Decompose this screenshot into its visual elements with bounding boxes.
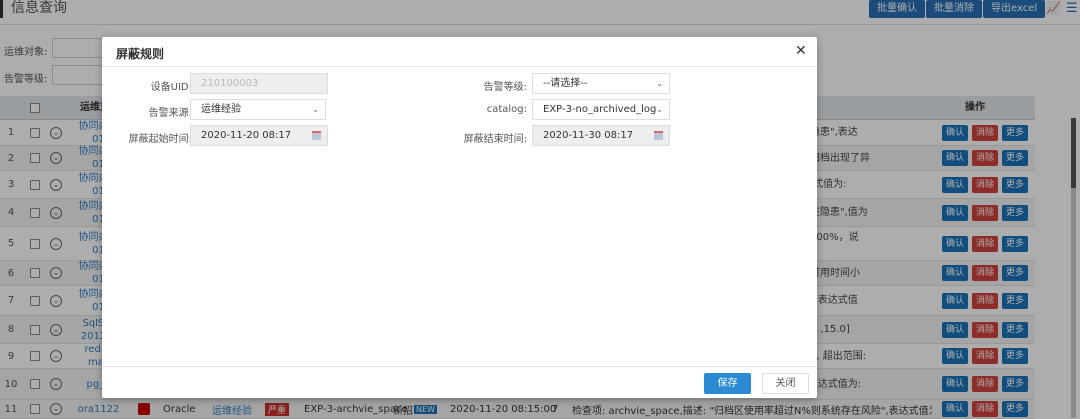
dialog-footer-divider — [102, 366, 817, 367]
source-select[interactable]: 运维经验 ⌄ — [190, 99, 326, 120]
catalog-select[interactable]: EXP-3-no_archived_log ⌄ — [532, 99, 670, 120]
calendar-icon[interactable] — [312, 131, 321, 140]
save-button[interactable]: 保存 — [704, 373, 751, 394]
dialog-title: 屏蔽规则 — [116, 47, 165, 61]
end-time-label: 屏蔽结束时间: — [463, 134, 527, 145]
uid-input[interactable]: 210100003 — [190, 73, 328, 94]
end-time-input[interactable]: 2020-11-30 08:17 — [532, 125, 670, 146]
chevron-down-icon: ⌄ — [656, 79, 663, 88]
mask-rule-dialog: 屏蔽规则 ✕ 设备UID: 210100003 告警等级: --请选择-- ⌄ 告… — [102, 37, 817, 398]
chevron-down-icon: ⌄ — [656, 105, 663, 114]
catalog-label: catalog: — [486, 104, 527, 115]
end-time-value: 2020-11-30 08:17 — [543, 130, 634, 141]
level-label: 告警等级: — [483, 82, 527, 93]
chevron-down-icon: ⌄ — [312, 105, 319, 114]
start-time-label: 屏蔽起始时间: — [128, 134, 192, 145]
calendar-icon[interactable] — [654, 131, 663, 140]
start-time-input[interactable]: 2020-11-20 08:17 — [190, 125, 328, 146]
catalog-value: EXP-3-no_archived_log — [543, 104, 657, 115]
source-value: 运维经验 — [201, 104, 241, 115]
uid-label: 设备UID: — [150, 82, 192, 93]
start-time-value: 2020-11-20 08:17 — [201, 130, 292, 141]
close-icon[interactable]: ✕ — [795, 43, 807, 59]
level-select[interactable]: --请选择-- ⌄ — [532, 73, 670, 94]
close-button[interactable]: 关闭 — [762, 373, 809, 394]
source-label: 告警来源: — [148, 108, 192, 119]
dialog-header: 屏蔽规则 ✕ — [102, 37, 817, 67]
level-value: --请选择-- — [543, 78, 588, 89]
